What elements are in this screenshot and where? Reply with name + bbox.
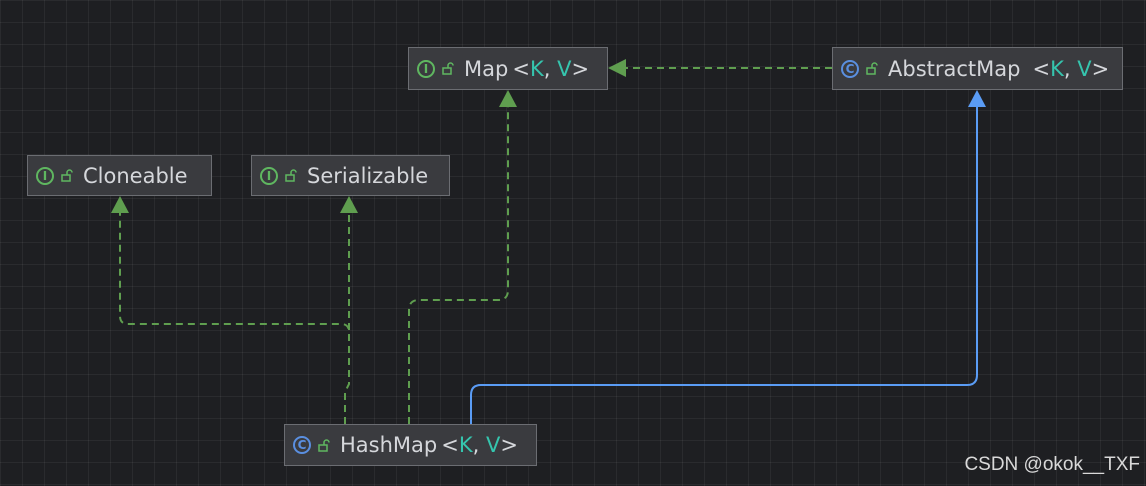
type-param-v: V <box>1077 56 1092 81</box>
edge-hashmap-implements-map <box>408 106 509 424</box>
type-open: < <box>1032 56 1051 81</box>
type-param-k: K <box>1050 56 1064 81</box>
type-close: > <box>1091 56 1110 81</box>
arrowhead-cloneable <box>111 196 129 213</box>
node-abstractmap-name: AbstractMap <box>888 56 1021 81</box>
interface-icon: I <box>260 166 278 185</box>
node-map[interactable]: I Map < K , V > <box>408 47 608 90</box>
node-map-name: Map <box>464 56 509 81</box>
type-close: > <box>500 433 518 457</box>
node-serializable-name: Serializable <box>307 163 429 188</box>
type-sep: , <box>543 56 558 81</box>
watermark: CSDN @okok__TXF <box>964 454 1140 475</box>
class-icon: C <box>841 59 859 78</box>
node-serializable[interactable]: I Serializable <box>251 155 450 196</box>
type-sep: , <box>1063 56 1078 81</box>
type-close: > <box>571 56 590 81</box>
edge-hashmap-implements-cloneable <box>119 212 350 424</box>
class-icon: C <box>293 436 311 454</box>
unlocked-icon <box>285 169 297 182</box>
node-cloneable-name: Cloneable <box>83 163 188 188</box>
interface-icon: I <box>36 166 54 185</box>
arrowhead-map-from-hashmap <box>499 90 517 107</box>
node-hashmap[interactable]: C HashMap < K , V > <box>284 424 537 466</box>
interface-icon: I <box>417 59 435 78</box>
type-open: < <box>512 56 530 81</box>
node-hashmap-name: HashMap <box>340 433 438 457</box>
unlocked-icon <box>61 169 73 182</box>
node-abstractmap[interactable]: C AbstractMap < K , V > <box>832 47 1123 90</box>
type-param-v: V <box>485 433 501 457</box>
arrowhead-serializable <box>340 196 358 213</box>
unlocked-icon <box>866 62 878 75</box>
type-param-v: V <box>557 56 572 81</box>
arrowhead-abstractmap <box>968 90 986 107</box>
edge-hashmap-extends-abstractmap <box>470 106 978 424</box>
type-param-k: K <box>458 433 473 457</box>
node-cloneable[interactable]: I Cloneable <box>27 155 212 196</box>
type-open: < <box>441 433 459 457</box>
unlocked-icon <box>442 62 454 75</box>
type-param-k: K <box>529 56 544 81</box>
type-sep: , <box>472 433 486 457</box>
arrowhead-map-from-abstractmap <box>608 59 626 77</box>
unlocked-icon <box>318 438 330 452</box>
